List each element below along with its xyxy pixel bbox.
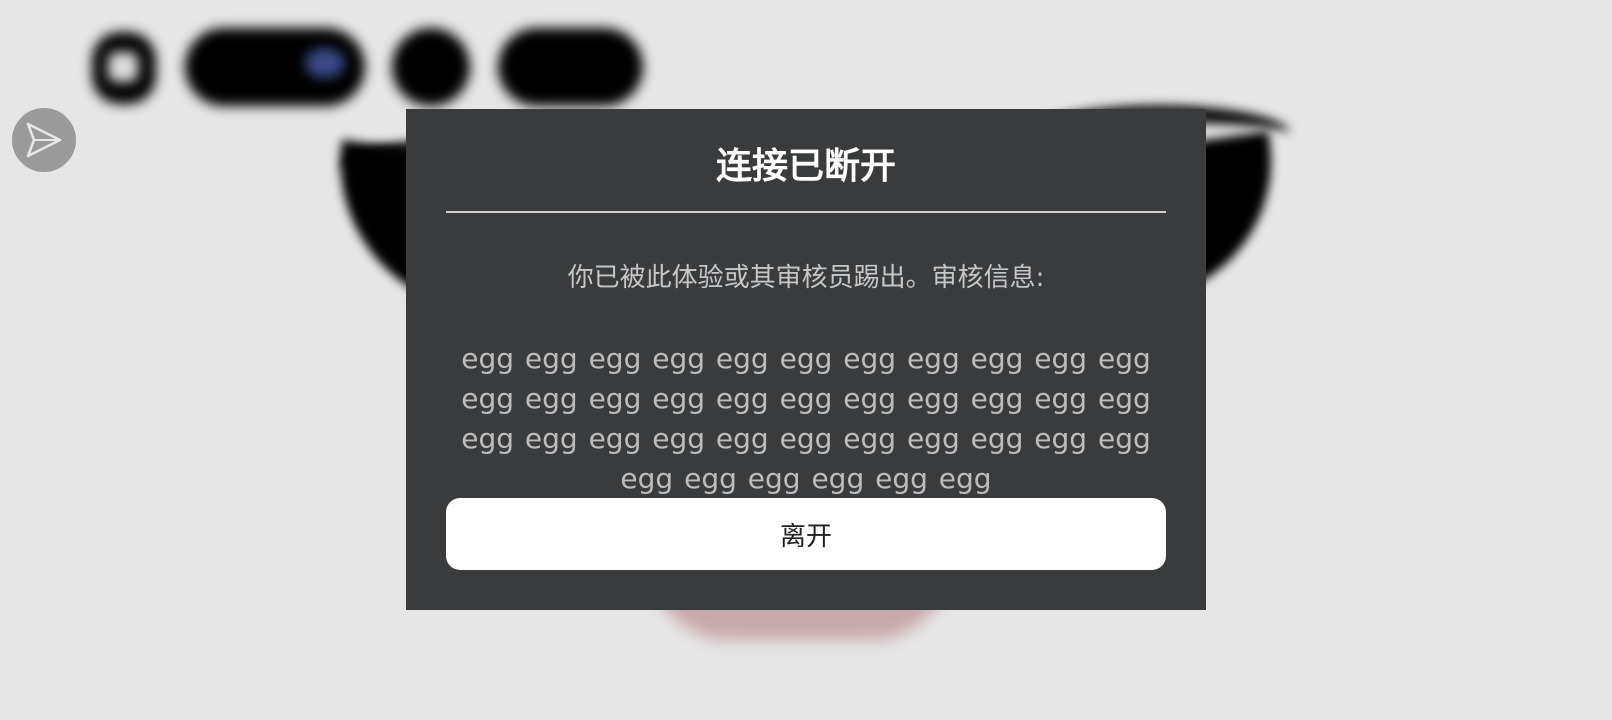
hud-menu-icon	[92, 32, 156, 104]
disconnect-dialog: 连接已断开 你已被此体验或其审核员踢出。审核信息: egg egg egg eg…	[406, 109, 1206, 610]
hud-bar	[0, 0, 700, 120]
dialog-message: 你已被此体验或其审核员踢出。审核信息:	[567, 263, 1045, 293]
dialog-title: 连接已断开	[715, 146, 896, 187]
game-viewport: 连接已断开 你已被此体验或其审核员踢出。审核信息: egg egg egg eg…	[0, 0, 1612, 720]
hud-pill-icon	[498, 28, 643, 106]
moderation-reason: egg egg egg egg egg egg egg egg egg egg …	[461, 342, 1151, 495]
send-button[interactable]	[12, 108, 76, 172]
leave-button[interactable]: 离开	[446, 498, 1166, 570]
hud-controls-icon	[185, 28, 365, 106]
hud-dot-icon	[392, 28, 470, 106]
send-arrow-icon	[26, 122, 62, 158]
dialog-divider	[446, 211, 1166, 213]
